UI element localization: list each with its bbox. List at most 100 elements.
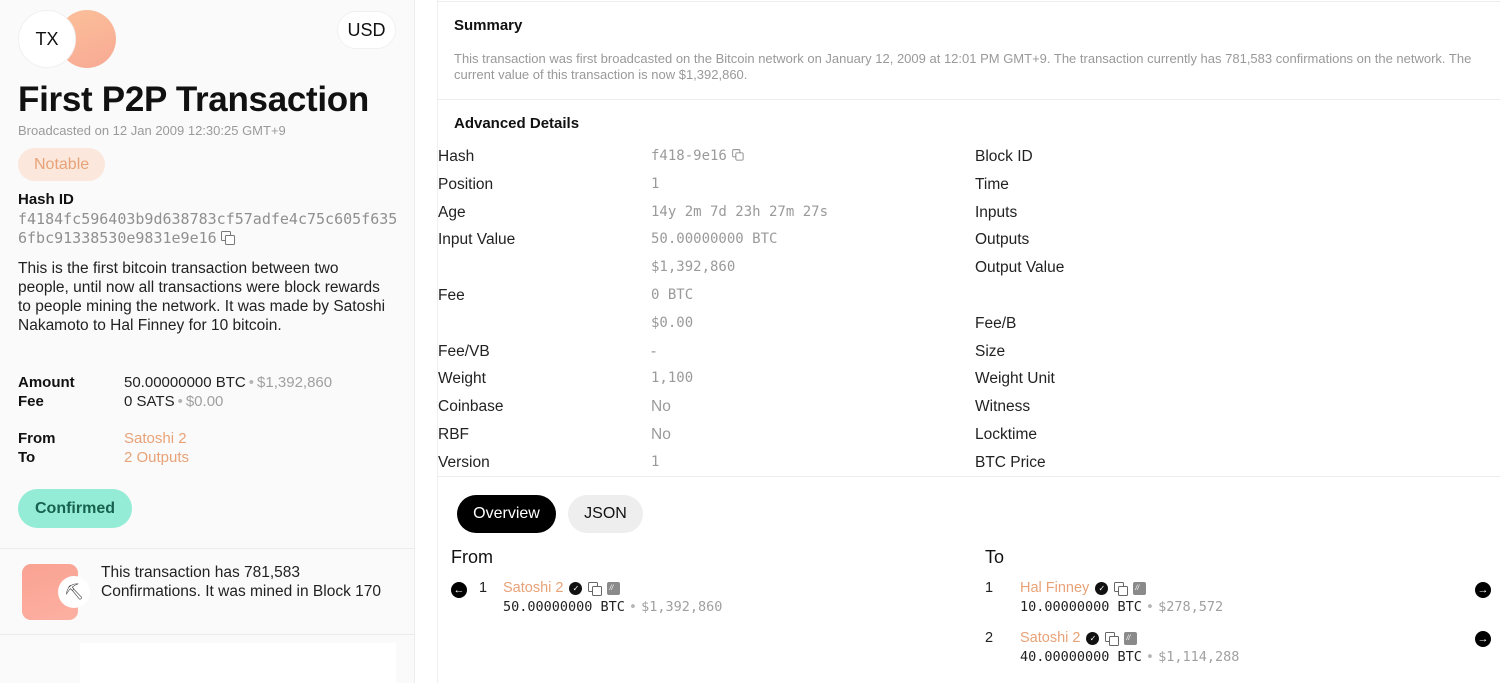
detail-label: Time	[975, 175, 1009, 193]
detail-label: Inputs	[975, 203, 1018, 221]
to-link[interactable]: 2 Outputs	[124, 448, 189, 467]
detail-value: No	[651, 426, 671, 443]
output-btc: 40.00000000 BTC	[1020, 649, 1142, 665]
detail-label: Fee/VB	[438, 342, 490, 360]
arrow-right-icon[interactable]: →	[1475, 582, 1491, 598]
to-section-title: To	[985, 547, 1005, 567]
logo-text: TX	[18, 10, 76, 68]
broadcast-date: Broadcasted on 12 Jan 2009 12:30:25 GMT+…	[18, 123, 286, 138]
detail-label: Fee/B	[975, 314, 1017, 332]
detail-value: 1,100	[651, 370, 694, 387]
output-index: 2	[985, 630, 994, 646]
fee-row: Fee 0 SATS • $0.00	[18, 392, 223, 411]
to-row: To 2 Outputs	[18, 448, 189, 467]
code-icon[interactable]	[1124, 631, 1138, 645]
from-label: From	[18, 430, 56, 447]
detail-value: f418-9e16	[651, 148, 744, 164]
output-amount: 10.00000000 BTC • $278,572	[1020, 599, 1223, 615]
fee-value: 0 SATS • $0.00	[124, 392, 223, 411]
detail-value: $0.00	[651, 314, 694, 331]
page-title: First P2P Transaction	[18, 80, 369, 119]
tx-logo: TX	[18, 10, 116, 68]
detail-label: Weight	[438, 370, 486, 388]
amount-label: Amount	[18, 374, 75, 391]
hash-id-value: f4184fc596403b9d638783cf57adfe4c75c605f6…	[18, 210, 398, 248]
currency-button[interactable]: USD	[337, 11, 396, 49]
fee-sats: 0 SATS	[124, 393, 175, 410]
to-label: To	[18, 449, 36, 466]
confirmed-status-badge: Confirmed	[18, 489, 132, 528]
verified-icon: ✓	[1095, 581, 1109, 595]
detail-label: Input Value	[438, 231, 516, 249]
separator-dot: •	[1145, 599, 1155, 615]
divider	[438, 99, 1500, 100]
separator-dot: •	[248, 374, 255, 391]
output-name: Satoshi 2	[1020, 630, 1081, 646]
output-name: Hal Finney	[1020, 580, 1090, 596]
detail-label: Outputs	[975, 231, 1030, 249]
confirmations-text: This transaction has 781,583 Confirmatio…	[101, 564, 381, 600]
code-icon[interactable]	[607, 581, 621, 595]
summary-title: Summary	[454, 17, 523, 34]
pickaxe-icon: ⛏	[58, 576, 90, 608]
divider	[438, 1, 1500, 2]
detail-label: BTC Price	[975, 453, 1046, 471]
amount-row: Amount 50.00000000 BTC • $1,392,860	[18, 373, 332, 392]
summary-text: This transaction was first broadcasted o…	[454, 51, 1472, 82]
detail-value: 1	[651, 453, 660, 470]
transaction-description: This is the first bitcoin transaction be…	[18, 260, 386, 334]
from-link[interactable]: Satoshi 2	[124, 429, 187, 448]
copy-icon[interactable]	[732, 149, 744, 161]
separator-dot: •	[1145, 649, 1155, 665]
output-usd: $278,572	[1158, 599, 1224, 615]
input-address-link[interactable]: Satoshi 2 ✓	[503, 580, 621, 596]
separator-dot: •	[177, 393, 183, 410]
divider	[438, 476, 1500, 477]
detail-label: Version	[438, 453, 490, 471]
detail-label: Witness	[975, 398, 1031, 416]
detail-value: 1	[651, 175, 660, 192]
fee-label: Fee	[18, 393, 44, 410]
mining-illustration: ⛏	[22, 564, 90, 620]
detail-label: Locktime	[975, 426, 1038, 443]
input-btc: 50.00000000 BTC	[503, 599, 625, 615]
tab-overview[interactable]: Overview	[457, 495, 556, 533]
fee-usd: $0.00	[185, 393, 224, 410]
arrow-left-icon[interactable]: ←	[451, 582, 467, 598]
detail-label: RBF	[438, 426, 469, 443]
details-panel: Summary This transaction was first broad…	[437, 0, 1500, 683]
verified-icon: ✓	[569, 581, 583, 595]
detail-label: Hash	[438, 148, 475, 165]
detail-label: Age	[438, 203, 466, 221]
transaction-sidebar: TX USD First P2P Transaction Broadcasted…	[0, 0, 415, 683]
detail-label: Block ID	[975, 148, 1033, 165]
detail-value: 14y 2m 7d 23h 27m 27s	[651, 203, 829, 220]
detail-value: $1,392,860	[651, 259, 736, 276]
output-amount: 40.00000000 BTC • $1,114,288	[1020, 649, 1239, 665]
tab-json[interactable]: JSON	[568, 495, 643, 533]
notable-badge: Notable	[18, 148, 106, 181]
advanced-details-title: Advanced Details	[454, 115, 580, 132]
amount-usd: $1,392,860	[257, 374, 333, 391]
copy-icon[interactable]	[1105, 631, 1120, 646]
arrow-right-icon[interactable]: →	[1475, 631, 1491, 647]
output-address-link[interactable]: Satoshi 2 ✓	[1020, 630, 1138, 646]
input-index: 1	[479, 580, 488, 596]
input-usd: $1,392,860	[641, 599, 723, 615]
detail-label: Coinbase	[438, 398, 504, 416]
detail-value: -	[651, 342, 657, 360]
copy-icon[interactable]	[588, 581, 603, 596]
output-btc: 10.00000000 BTC	[1020, 599, 1142, 615]
amount-value: 50.00000000 BTC • $1,392,860	[124, 373, 332, 392]
detail-label: Output Value	[975, 259, 1065, 277]
detail-value: 50.00000000 BTC	[651, 231, 778, 248]
copy-icon[interactable]	[220, 231, 235, 245]
detail-value: 0 BTC	[651, 287, 694, 303]
separator-dot: •	[628, 599, 638, 615]
hash-id-label: Hash ID	[18, 191, 74, 208]
input-amount: 50.00000000 BTC • $1,392,860	[503, 599, 722, 615]
output-address-link[interactable]: Hal Finney ✓	[1020, 580, 1147, 596]
from-section-title: From	[451, 547, 493, 567]
code-icon[interactable]	[1133, 581, 1147, 595]
copy-icon[interactable]	[1114, 581, 1129, 596]
